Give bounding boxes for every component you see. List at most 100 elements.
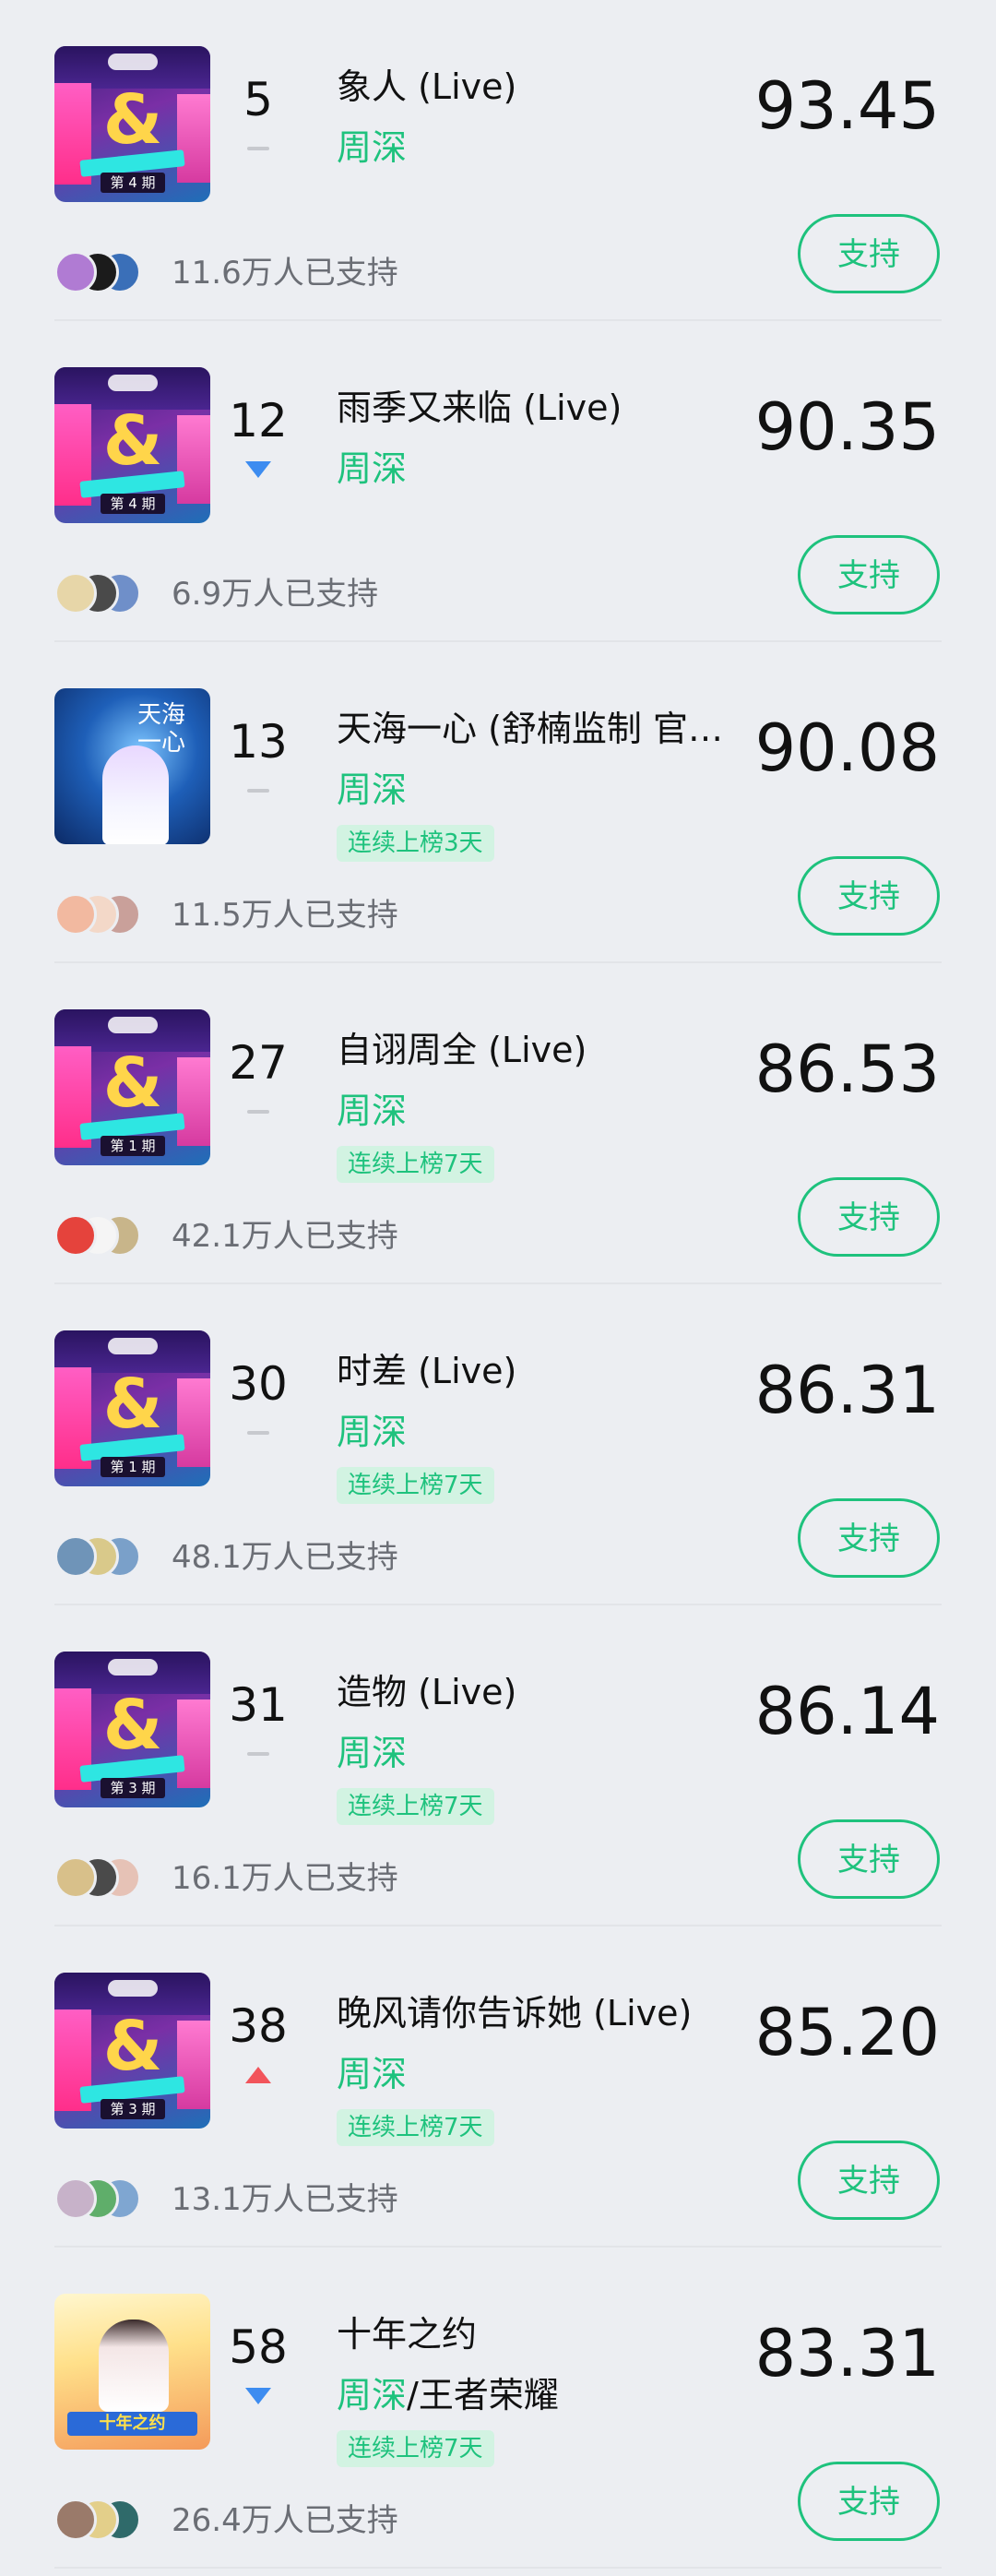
song-title[interactable]: 时差 (Live) [337,1347,516,1395]
supporter-avatars [54,1535,165,1580]
list-item[interactable]: & 第 1 期 27 自诩周全 (Live) 周深 连续上榜7天 86.53 42.1万人已支… [0,963,996,1284]
supporter-count: 11.5万人已支持 [172,897,398,934]
streak-badge: 连续上榜7天 [337,1146,494,1183]
supporter-avatars [54,572,165,616]
support-button[interactable]: 支持 [798,1177,940,1257]
cover-deco-right [177,1699,210,1788]
list-item[interactable]: & 第 1 期 30 时差 (Live) 周深 连续上榜7天 86.31 48.1万人已支持 支… [0,1284,996,1605]
supporter-count: 48.1万人已支持 [172,1539,398,1576]
row-divider [54,2567,942,2569]
album-cover[interactable]: & 第 1 期 [54,1009,210,1165]
cover-issue-label: 第 1 期 [101,1457,165,1477]
support-button[interactable]: 支持 [798,2462,940,2541]
artist-line: 周深 [337,2050,407,2098]
score-value: 90.35 [754,389,940,465]
supporter-avatars [54,893,165,937]
cover-deco-right [177,1378,210,1467]
album-cover[interactable]: 十年之约 [54,2294,210,2450]
support-button[interactable]: 支持 [798,214,940,293]
artist-line: 周深 [337,124,407,172]
song-title[interactable]: 造物 (Live) [337,1668,516,1716]
rank-number: 13 [229,715,288,769]
album-cover[interactable]: & 第 4 期 [54,46,210,202]
artist-extra[interactable]: /王者荣耀 [407,2375,559,2415]
cover-ampersand: & [102,401,163,481]
cover-deco-right [177,1057,210,1146]
support-button[interactable]: 支持 [798,535,940,614]
song-title[interactable]: 雨季又来临 (Live) [337,384,622,432]
score-value: 85.20 [754,1995,940,2070]
rank-number: 30 [229,1357,288,1411]
artist-name[interactable]: 周深 [337,2375,407,2415]
avatar [54,572,97,614]
rank-unchanged-icon [247,1423,269,1443]
song-title[interactable]: 自诩周全 (Live) [337,1026,587,1074]
song-title[interactable]: 象人 (Live) [337,63,516,111]
list-item[interactable]: 天海一心 13 天海一心 (舒楠监制 官… 周深连续上榜3天 90.08 11.5万人已支… [0,642,996,963]
supporter-avatars [54,251,165,295]
supporter-count: 11.6万人已支持 [172,255,398,292]
list-item[interactable]: 十年之约 58 十年之约 周深/王者荣耀 连续上榜7天 83.31 26.4万人已支持 支持 [0,2248,996,2569]
score-value: 90.08 [754,710,940,786]
artist-name[interactable]: 周深 [337,448,407,489]
artist-name[interactable]: 周深 [337,1733,407,1773]
album-cover[interactable]: & 第 3 期 [54,1973,210,2129]
song-title[interactable]: 天海一心 (舒楠监制 官… [337,705,723,753]
artist-name[interactable]: 周深 [337,1091,407,1131]
support-button[interactable]: 支持 [798,1498,940,1578]
support-button[interactable]: 支持 [798,2141,940,2220]
score-value: 86.14 [754,1674,940,1749]
rank-unchanged-icon [247,138,269,159]
artist-name[interactable]: 周深 [337,127,407,168]
supporter-avatars [54,1214,165,1258]
cover-ampersand: & [102,1686,163,1765]
list-item[interactable]: & 第 3 期 31 造物 (Live) 周深 连续上榜7天 86.14 16.1万人已支持 支… [0,1605,996,1926]
poster-person [99,2320,169,2412]
supporter-avatars [54,2498,165,2543]
streak-badge: 连续上榜7天 [337,2109,494,2146]
score-value: 93.45 [754,68,940,144]
rank-unchanged-icon [247,781,269,801]
song-title[interactable]: 十年之约 [337,2310,477,2358]
cover-ampersand: & [102,1365,163,1444]
avatar [54,1535,97,1578]
list-item[interactable]: & 第 4 期 12 雨季又来临 (Live) 周深 90.35 6.9万人已支持 支持 [0,321,996,642]
cover-ampersand: & [102,1044,163,1123]
avatar [54,1214,97,1257]
supporter-count: 13.1万人已支持 [172,2181,398,2218]
streak-badge: 连续上榜3天 [337,825,494,862]
artist-line: 周深/王者荣耀 [337,2371,559,2419]
album-cover[interactable]: & 第 3 期 [54,1652,210,1807]
song-title[interactable]: 晚风请你告诉她 (Live) [337,1989,692,2037]
qq-music-logo [108,375,158,391]
cover-issue-label: 第 1 期 [101,1136,165,1156]
supporter-count: 26.4万人已支持 [172,2502,398,2539]
supporter-count: 42.1万人已支持 [172,1218,398,1255]
cover-issue-label: 第 3 期 [101,2099,165,2119]
artist-name[interactable]: 周深 [337,2054,407,2094]
rank-down-icon [247,2386,269,2406]
rank-number: 12 [229,394,288,447]
supporter-count: 16.1万人已支持 [172,1860,398,1897]
list-item[interactable]: & 第 3 期 38 晚风请你告诉她 (Live) 周深 连续上榜7天 85.20 13.1万… [0,1926,996,2248]
cover-issue-label: 第 3 期 [101,1778,165,1798]
support-button[interactable]: 支持 [798,1819,940,1899]
avatar [54,2177,97,2220]
album-cover[interactable]: & 第 4 期 [54,367,210,523]
rank-unchanged-icon [247,1744,269,1764]
artist-name[interactable]: 周深 [337,769,407,810]
qq-music-logo [108,1980,158,1997]
supporter-count: 6.9万人已支持 [172,576,379,613]
qq-music-logo [108,1338,158,1354]
artist-line: 周深 [337,1087,407,1135]
avatar [54,893,97,936]
support-button[interactable]: 支持 [798,856,940,936]
artist-line: 周深 [337,766,407,814]
artist-name[interactable]: 周深 [337,1412,407,1452]
score-value: 86.53 [754,1032,940,1107]
list-item[interactable]: & 第 4 期 5 象人 (Live) 周深 93.45 11.6万人已支持 支持 [0,0,996,321]
cover-deco-right [177,2021,210,2109]
album-cover[interactable]: & 第 1 期 [54,1330,210,1486]
album-cover[interactable]: 天海一心 [54,688,210,844]
cover-deco-right [177,415,210,504]
